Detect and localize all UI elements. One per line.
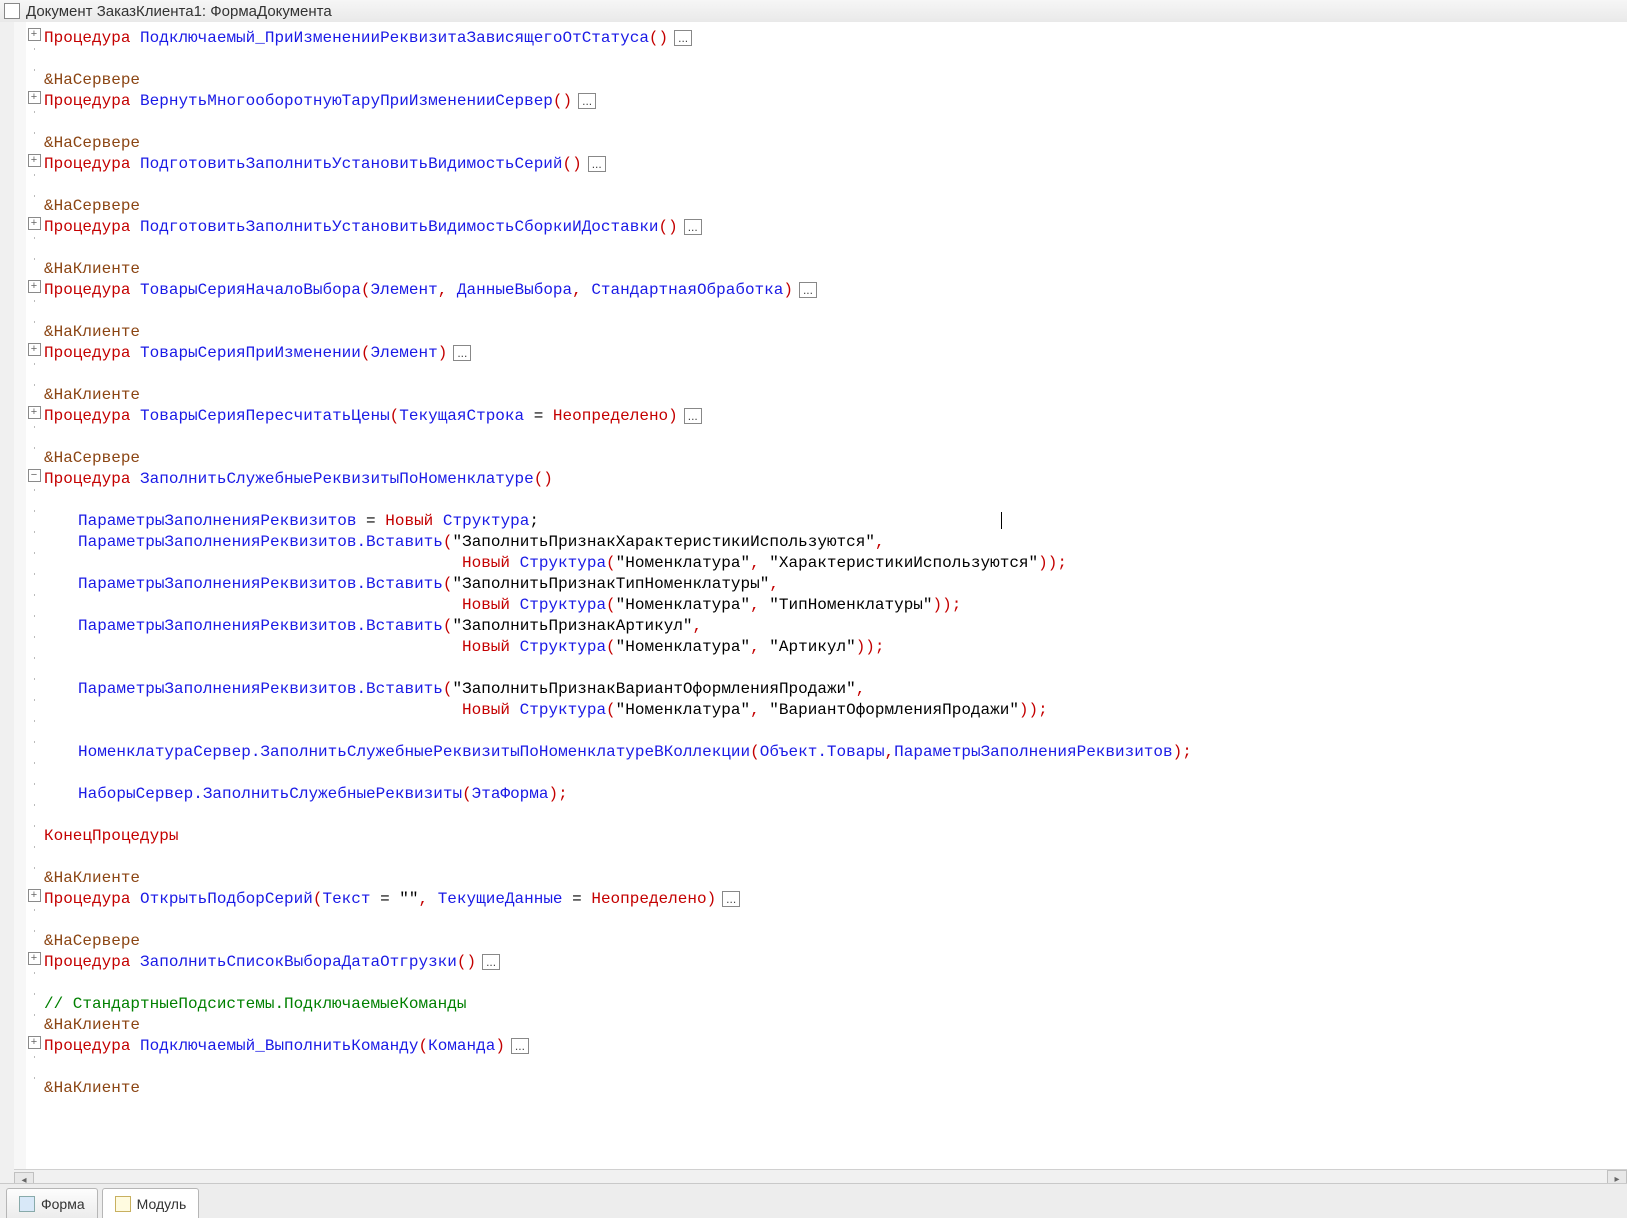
directive-atserver: &НаСервере: [44, 71, 140, 89]
fold-toggle[interactable]: +: [28, 889, 41, 902]
collapsed-ellipsis[interactable]: ...: [799, 282, 817, 298]
fold-toggle[interactable]: +: [28, 952, 41, 965]
collapsed-ellipsis[interactable]: ...: [588, 156, 606, 172]
collapsed-ellipsis[interactable]: ...: [722, 891, 740, 907]
bottom-tab-bar: Форма Модуль: [0, 1183, 1627, 1218]
tab-module[interactable]: Модуль: [102, 1188, 200, 1218]
proc-name: ЗаполнитьСлужебныеРеквизитыПоНоменклатур…: [140, 470, 534, 488]
collapsed-ellipsis[interactable]: ...: [684, 219, 702, 235]
marker-gutter: [0, 22, 15, 1188]
text-cursor: [1001, 512, 1002, 529]
proc-name: ПодготовитьЗаполнитьУстановитьВидимостьС…: [140, 218, 658, 236]
fold-toggle[interactable]: +: [28, 1036, 41, 1049]
proc-name: ТоварыСерияПересчитатьЦены: [140, 407, 390, 425]
collapsed-ellipsis[interactable]: ...: [684, 408, 702, 424]
proc-name: Подключаемый_ВыполнитьКоманду: [140, 1037, 418, 1055]
proc-name: ВернутьМногооборотнуюТаруПриИзмененииСер…: [140, 92, 553, 110]
fold-toggle[interactable]: +: [28, 217, 41, 230]
fold-toggle[interactable]: −: [28, 469, 41, 482]
collapsed-ellipsis[interactable]: ...: [482, 954, 500, 970]
code-editor[interactable]: +Процедура Подключаемый_ПриИзмененииРекв…: [26, 22, 1627, 1188]
proc-name: ПодготовитьЗаполнитьУстановитьВидимостьС…: [140, 155, 562, 173]
collapsed-ellipsis[interactable]: ...: [453, 345, 471, 361]
fold-toggle[interactable]: +: [28, 280, 41, 293]
proc-name: Подключаемый_ПриИзмененииРеквизитаЗавися…: [140, 29, 649, 47]
window-title-bar: Документ ЗаказКлиента1: ФормаДокумента: [0, 0, 1627, 23]
module-icon: [115, 1196, 131, 1212]
fold-toggle[interactable]: +: [28, 343, 41, 356]
proc-name: ОткрытьПодборСерий: [140, 890, 313, 908]
keyword-procedure: Процедура: [44, 29, 130, 47]
form-icon: [19, 1196, 35, 1212]
proc-name: ЗаполнитьСписокВыбораДатаОтгрузки: [140, 953, 457, 971]
keyword-endprocedure: КонецПроцедуры: [44, 827, 178, 845]
directive-atclient: &НаКлиенте: [44, 260, 140, 278]
fold-toggle[interactable]: +: [28, 28, 41, 41]
tab-form[interactable]: Форма: [6, 1188, 98, 1218]
collapsed-ellipsis[interactable]: ...: [674, 30, 692, 46]
document-icon: [4, 3, 20, 19]
proc-name: ТоварыСерияНачалоВыбора: [140, 281, 361, 299]
tab-module-label: Модуль: [137, 1196, 187, 1212]
proc-name: ТоварыСерияПриИзменении: [140, 344, 361, 362]
fold-toggle[interactable]: +: [28, 91, 41, 104]
fold-toggle[interactable]: +: [28, 154, 41, 167]
fold-toggle[interactable]: +: [28, 406, 41, 419]
tab-form-label: Форма: [41, 1196, 85, 1212]
window-title: Документ ЗаказКлиента1: ФормаДокумента: [26, 3, 332, 20]
collapsed-ellipsis[interactable]: ...: [578, 93, 596, 109]
comment: // СтандартныеПодсистемы.ПодключаемыеКом…: [44, 995, 466, 1013]
collapsed-ellipsis[interactable]: ...: [511, 1038, 529, 1054]
